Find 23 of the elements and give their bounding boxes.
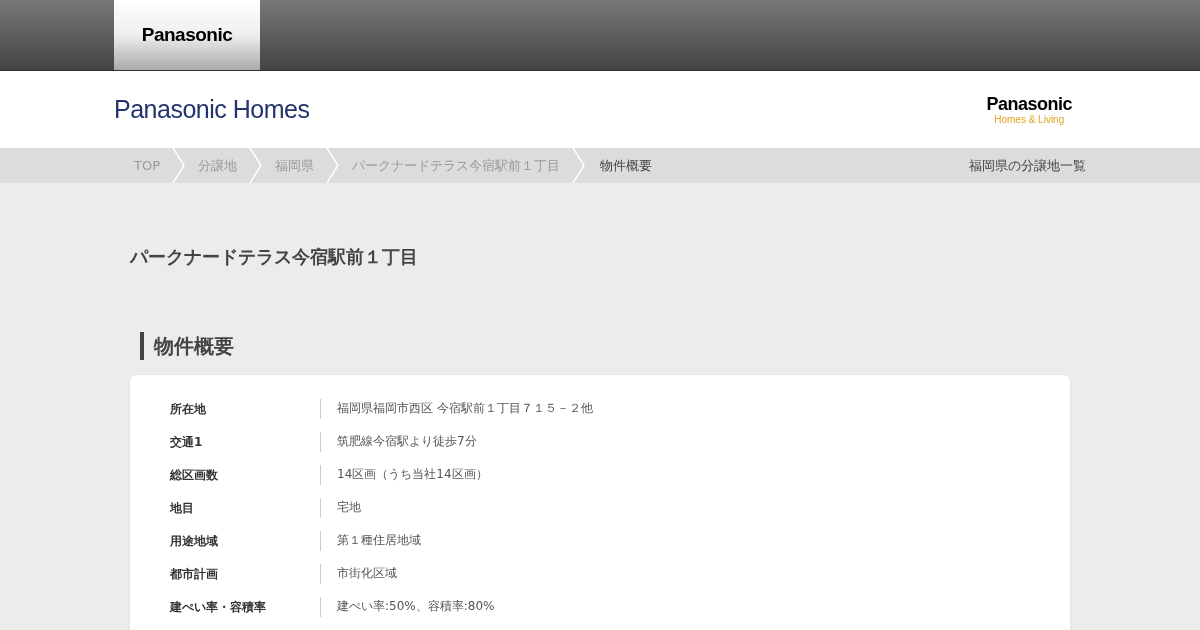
brand-logo-text[interactable]: Panasonic Homes <box>114 95 310 124</box>
field-label: 交通1 <box>170 431 321 452</box>
breadcrumb-link[interactable]: 物件概要 <box>586 156 664 175</box>
page-title: パークナードテラス今宿駅前１丁目 <box>130 245 419 269</box>
logo-text: Panasonic <box>141 24 233 46</box>
field-value: 14区画（うち当社14区画） <box>336 466 488 483</box>
logo-tab[interactable]: Panasonic <box>114 0 260 70</box>
field-value: 第１種住居地域 <box>336 532 421 549</box>
logo-tagline: Homes & Living <box>994 113 1065 126</box>
field-value: 宅地 <box>336 499 361 516</box>
region-list-link[interactable]: 福岡県の分譲地一覧 <box>969 156 1086 175</box>
corporate-logo-text: Panasonic <box>986 93 1072 114</box>
field-label: 所在地 <box>170 398 321 419</box>
section-heading: 物件概要 <box>140 332 1070 360</box>
field-label: 用途地域 <box>170 530 321 551</box>
field-value: 筑肥線今宿駅より徒歩7分 <box>336 433 477 450</box>
field-label: 総区画数 <box>170 464 321 485</box>
field-value: 福岡県福岡市西区 今宿駅前１丁目７１５－２他 <box>336 400 593 417</box>
field-value: 市街化区域 <box>336 565 397 582</box>
field-value: 建ぺい率:50%、容積率:80% <box>336 598 495 615</box>
field-label: 都市計画 <box>170 563 321 584</box>
field-label: 地目 <box>170 497 321 518</box>
field-label: 建ぺい率・容積率 <box>170 596 321 617</box>
